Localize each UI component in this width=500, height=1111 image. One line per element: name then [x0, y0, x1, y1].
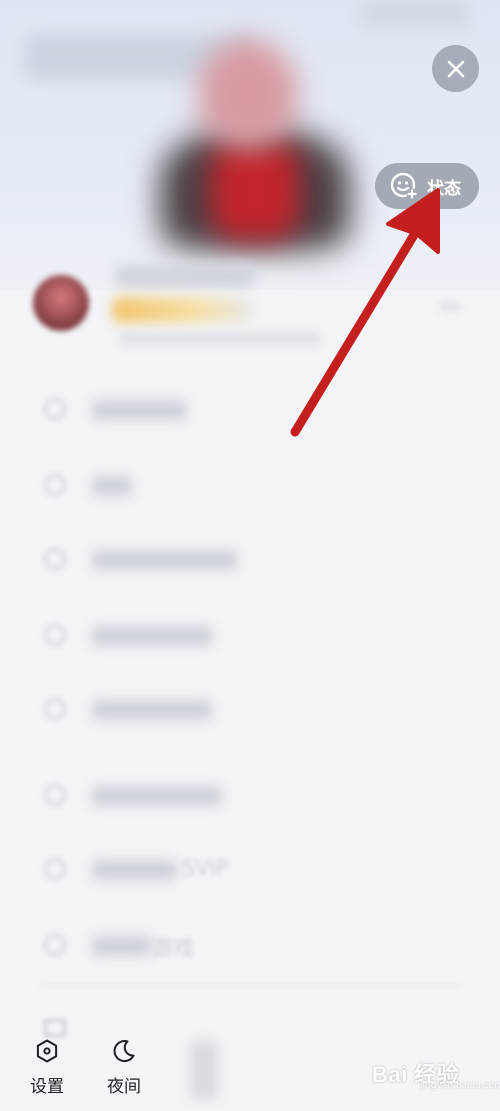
status-button[interactable]: 状态	[375, 163, 479, 209]
blurred-profile-subtitle	[120, 333, 320, 345]
menu-item[interactable]	[0, 680, 500, 740]
moon-icon	[113, 1040, 135, 1063]
settings-label: 设置	[30, 1077, 64, 1097]
profile-row[interactable]	[0, 255, 500, 355]
menu-item[interactable]	[0, 456, 500, 516]
menu-item-label: 游戏	[152, 936, 194, 960]
hexagon-settings-icon	[36, 1039, 58, 1063]
watermark-subtext: jingyan.baidu.com	[420, 1081, 500, 1091]
watermark: Bai 经验 jingyan.baidu.com	[372, 1050, 500, 1096]
blurred-menu-label	[92, 786, 222, 806]
menu-item-icon	[44, 474, 66, 496]
blurred-menu-label	[92, 860, 177, 880]
blurred-menu-label	[92, 936, 152, 956]
menu-item-svip[interactable]: SVIP	[0, 840, 500, 900]
settings-button[interactable]: 设置	[12, 1038, 82, 1100]
menu-item[interactable]	[0, 606, 500, 666]
menu-item[interactable]	[0, 766, 500, 826]
avatar[interactable]	[33, 275, 89, 331]
divider	[40, 985, 460, 987]
menu-item[interactable]	[0, 380, 500, 440]
menu-item-icon	[44, 858, 66, 880]
close-button[interactable]	[432, 45, 479, 92]
blurred-menu-label	[92, 700, 212, 720]
blurred-menu-label	[92, 550, 237, 570]
blurred-top-right	[360, 0, 470, 28]
blurred-menu-label	[92, 400, 187, 420]
menu-item-icon	[44, 548, 66, 570]
blurred-bottom-item	[190, 1040, 218, 1100]
menu-item-icon	[44, 784, 66, 806]
status-button-label: 状态	[427, 178, 461, 199]
blurred-cover-figure-red	[210, 140, 300, 240]
menu-item-games[interactable]: 游戏	[0, 916, 500, 976]
side-drawer: 状态 SVIP 游戏 设置 夜间 Bai 经验 jingyan.baidu.co…	[0, 0, 500, 1111]
close-icon	[447, 60, 464, 77]
menu-item-icon	[44, 698, 66, 720]
night-mode-label: 夜间	[107, 1077, 141, 1097]
menu-item-label: SVIP	[182, 856, 229, 880]
blurred-menu-label	[92, 626, 212, 646]
blurred-member-badge	[112, 297, 252, 323]
smiley-plus-icon	[390, 172, 418, 200]
menu-item-icon	[44, 624, 66, 646]
menu-item-icon	[44, 398, 66, 420]
blurred-username	[115, 265, 255, 287]
blurred-menu-label	[92, 476, 132, 496]
menu-item-icon	[44, 934, 66, 956]
night-mode-button[interactable]: 夜间	[89, 1038, 159, 1100]
chevron-right-icon	[440, 303, 460, 311]
menu-item[interactable]	[0, 530, 500, 590]
blurred-cover-head	[198, 40, 298, 150]
profile-header-background	[0, 0, 500, 290]
